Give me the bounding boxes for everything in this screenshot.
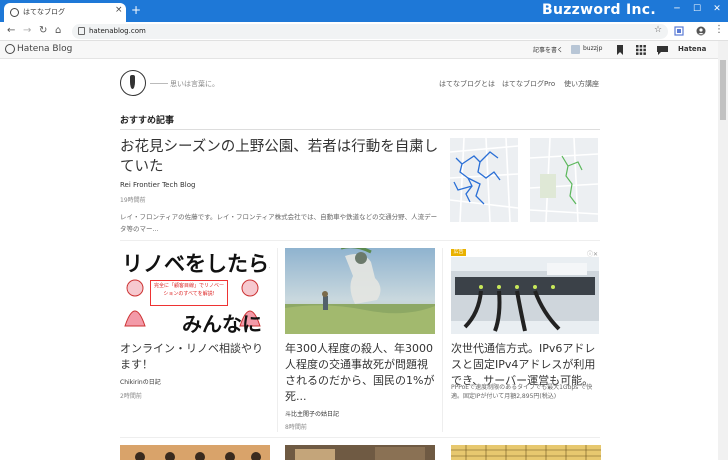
forward-arrow-icon[interactable]: → xyxy=(23,25,31,37)
featured-article-title[interactable]: お花見シーズンの上野公園、若者は行動を自粛していた xyxy=(120,137,440,177)
site-tagline: 思いは言葉に。 xyxy=(170,80,219,88)
nav-link-about[interactable]: はてなブログとは xyxy=(439,79,495,89)
featured-map-image[interactable] xyxy=(450,138,518,222)
address-bar[interactable]: hatenablog.com ☆ xyxy=(72,24,668,39)
scrollbar-thumb[interactable] xyxy=(720,60,726,120)
notification-icon[interactable] xyxy=(657,46,668,55)
bookmark-star-icon[interactable]: ☆ xyxy=(654,25,662,35)
bookmark-icon[interactable] xyxy=(616,45,624,55)
promo-caption: 完全に「顧客目線」でリノベーションのすべてを解説! xyxy=(150,280,228,306)
hatena-blog-pen-logo-icon[interactable] xyxy=(120,70,146,96)
nav-link-guide[interactable]: 使い方講座 xyxy=(564,79,599,89)
card-blog-chikirin[interactable]: Chikirinの日記 xyxy=(120,377,161,386)
section-title: おすすめ記事 xyxy=(120,116,175,126)
network-router-ad-image[interactable] xyxy=(451,257,599,334)
row-divider-2 xyxy=(120,437,600,438)
card-title-renovation[interactable]: オンライン・リノベ相談やります！ xyxy=(120,341,270,373)
featured-map-image-2[interactable] xyxy=(530,138,598,222)
featured-blog-name[interactable]: Rei Frontier Tech Blog xyxy=(120,181,195,189)
user-avatar[interactable] xyxy=(571,45,580,54)
hatena-blog-logo-icon xyxy=(5,44,15,54)
hatena-brand-link[interactable]: Hatena xyxy=(678,45,706,53)
hatena-global-bar: Hatena Blog 記事を書く buzzjp Hatena xyxy=(0,41,718,59)
hatena-favicon-icon xyxy=(10,8,19,17)
card-divider-2 xyxy=(442,248,443,432)
monet-painting-image[interactable] xyxy=(285,248,435,334)
card-title-ad[interactable]: 次世代通信方式。IPv6アドレスと固定IPv4アドレスが利用でき、サーバー運営も… xyxy=(451,341,601,389)
bottom-thumb-people-image[interactable] xyxy=(120,445,270,460)
extension-icon[interactable] xyxy=(674,26,684,36)
renovation-promo-image[interactable]: リノベをしたら、 完全に「顧客目線」でリノベーションのすべてを解説! みんなに xyxy=(120,248,270,334)
browser-tab[interactable]: はてなブログ × xyxy=(4,3,126,22)
home-icon[interactable]: ⌂ xyxy=(55,25,61,37)
new-tab-button[interactable]: + xyxy=(131,4,141,16)
tab-close-icon[interactable]: × xyxy=(115,6,123,15)
illustrated-woman-left-icon xyxy=(124,279,146,327)
featured-timestamp: 19時間前 xyxy=(120,197,146,204)
ad-badge: 広告 xyxy=(451,249,466,256)
browser-tab-bar: はてなブログ × + Buzzword Inc. ─ ☐ ✕ xyxy=(0,0,728,22)
back-arrow-icon[interactable]: ← xyxy=(7,25,15,37)
reload-icon[interactable]: ↻ xyxy=(39,25,47,37)
promo-subline: みんなに xyxy=(182,312,262,334)
user-name-menu[interactable]: buzzjp xyxy=(583,45,602,52)
bottom-thumb-shogi-image[interactable] xyxy=(451,445,601,460)
tab-title: はてなブログ xyxy=(23,8,65,16)
bottom-thumb-image-2[interactable] xyxy=(285,445,435,460)
browser-toolbar: ← → ↻ ⌂ hatenablog.com ☆ ⋮ xyxy=(0,22,728,41)
row-divider xyxy=(120,240,600,241)
maximize-button[interactable]: ☐ xyxy=(692,4,702,14)
card-timestamp: 2時間前 xyxy=(120,393,142,400)
card-divider xyxy=(277,248,278,432)
menu-kebab-icon[interactable]: ⋮ xyxy=(714,24,724,36)
nav-link-pro[interactable]: はてなブログPro xyxy=(502,79,555,89)
card-timestamp-2: 8時間前 xyxy=(285,424,307,431)
lock-icon xyxy=(78,27,85,35)
featured-description: レイ・フロンティアの佐藤です。レイ・フロンティア株式会社では、自動車や鉄道などの… xyxy=(120,213,438,233)
card-blog-tobisu[interactable]: 斗比主閲子の姑日記 xyxy=(285,409,339,418)
write-article-link[interactable]: 記事を書く xyxy=(533,45,563,54)
account-icon[interactable] xyxy=(696,26,706,36)
promo-headline: リノベをしたら、 xyxy=(122,252,270,276)
ad-description: PPPoEで速度制限のあるタイプでも最大1Gbps で快適。固定IPが付いて月額… xyxy=(451,384,593,400)
minimize-button[interactable]: ─ xyxy=(672,4,682,14)
close-window-button[interactable]: ✕ xyxy=(712,4,722,14)
apps-grid-icon[interactable] xyxy=(636,45,646,55)
card-title-statistics[interactable]: 年300人程度の殺人、年3000人程度の交通事故死が問題視されるのだから、国民の… xyxy=(285,341,435,405)
watermark: Buzzword Inc. xyxy=(542,2,656,18)
hatena-blog-logo[interactable]: Hatena Blog xyxy=(17,44,72,54)
url-text: hatenablog.com xyxy=(89,27,146,35)
tagline-divider xyxy=(150,83,168,84)
section-divider xyxy=(120,129,600,130)
